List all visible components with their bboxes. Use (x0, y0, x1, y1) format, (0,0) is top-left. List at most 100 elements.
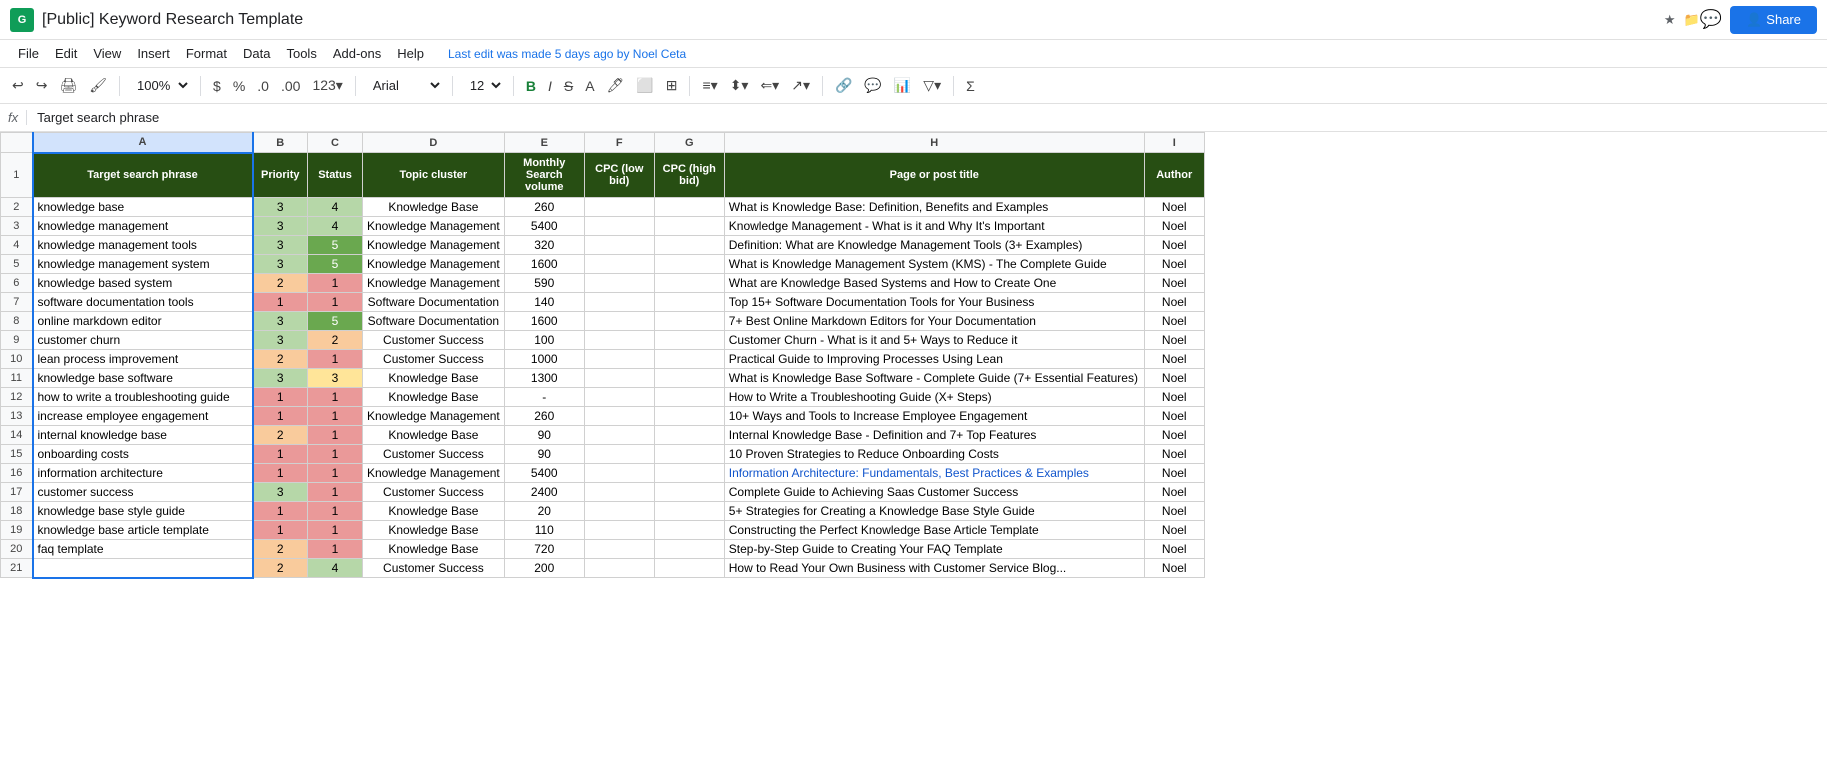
cell-D-12[interactable]: Knowledge Base (363, 388, 505, 407)
bold-button[interactable]: B (522, 76, 540, 96)
cell-F-6[interactable] (584, 274, 654, 293)
cell-H-12[interactable]: How to Write a Troubleshooting Guide (X+… (724, 388, 1144, 407)
cell-D-11[interactable]: Knowledge Base (363, 369, 505, 388)
hdr-H[interactable]: Page or post title (724, 153, 1144, 198)
cell-C-20[interactable]: 1 (308, 540, 363, 559)
cell-F-15[interactable] (584, 445, 654, 464)
cell-G-13[interactable] (654, 407, 724, 426)
cell-B-5[interactable]: 3 (253, 255, 308, 274)
cell-H-18[interactable]: 5+ Strategies for Creating a Knowledge B… (724, 502, 1144, 521)
cell-I-2[interactable]: Noel (1144, 198, 1204, 217)
cell-I-6[interactable]: Noel (1144, 274, 1204, 293)
cell-D-21[interactable]: Customer Success (363, 559, 505, 578)
cell-D-19[interactable]: Knowledge Base (363, 521, 505, 540)
cell-D-13[interactable]: Knowledge Management (363, 407, 505, 426)
cell-G-19[interactable] (654, 521, 724, 540)
cell-G-11[interactable] (654, 369, 724, 388)
cell-H-9[interactable]: Customer Churn - What is it and 5+ Ways … (724, 331, 1144, 350)
cell-D-7[interactable]: Software Documentation (363, 293, 505, 312)
cell-C-21[interactable]: 4 (308, 559, 363, 578)
text-color-button[interactable]: A (581, 76, 598, 96)
share-button[interactable]: 👤 Share (1730, 6, 1817, 34)
cell-F-10[interactable] (584, 350, 654, 369)
cell-D-3[interactable]: Knowledge Management (363, 217, 505, 236)
cell-H-20[interactable]: Step-by-Step Guide to Creating Your FAQ … (724, 540, 1144, 559)
cell-G-5[interactable] (654, 255, 724, 274)
cell-B-13[interactable]: 1 (253, 407, 308, 426)
filter-button[interactable]: ▽▾ (919, 75, 945, 96)
cell-G-2[interactable] (654, 198, 724, 217)
cell-G-6[interactable] (654, 274, 724, 293)
align-button[interactable]: ≡▾ (698, 75, 721, 96)
cell-G-10[interactable] (654, 350, 724, 369)
cell-D-17[interactable]: Customer Success (363, 483, 505, 502)
cell-I-11[interactable]: Noel (1144, 369, 1204, 388)
highlight-button[interactable]: 🖊 (603, 75, 629, 96)
cell-A-7[interactable]: software documentation tools (33, 293, 253, 312)
cell-B-6[interactable]: 2 (253, 274, 308, 293)
cell-E-13[interactable]: 260 (504, 407, 584, 426)
cell-C-11[interactable]: 3 (308, 369, 363, 388)
cell-G-4[interactable] (654, 236, 724, 255)
cell-D-4[interactable]: Knowledge Management (363, 236, 505, 255)
merge-button[interactable]: ⊞ (662, 75, 682, 96)
menu-addons[interactable]: Add-ons (325, 44, 389, 63)
cell-G-15[interactable] (654, 445, 724, 464)
cell-C-16[interactable]: 1 (308, 464, 363, 483)
cell-F-2[interactable] (584, 198, 654, 217)
cell-B-7[interactable]: 1 (253, 293, 308, 312)
decimal-decrease-button[interactable]: .0 (253, 76, 273, 96)
cell-H-21[interactable]: How to Read Your Own Business with Custo… (724, 559, 1144, 578)
zoom-select[interactable]: 100% (128, 75, 192, 96)
cell-A-5[interactable]: knowledge management system (33, 255, 253, 274)
menu-tools[interactable]: Tools (278, 44, 324, 63)
cell-C-7[interactable]: 1 (308, 293, 363, 312)
cell-G-18[interactable] (654, 502, 724, 521)
cell-I-18[interactable]: Noel (1144, 502, 1204, 521)
cell-B-4[interactable]: 3 (253, 236, 308, 255)
cell-G-7[interactable] (654, 293, 724, 312)
cell-F-21[interactable] (584, 559, 654, 578)
cell-A-6[interactable]: knowledge based system (33, 274, 253, 293)
spreadsheet-container[interactable]: A B C D E F G H I 1 Target search phrase… (0, 132, 1827, 766)
cell-G-16[interactable] (654, 464, 724, 483)
cell-G-17[interactable] (654, 483, 724, 502)
cell-A-4[interactable]: knowledge management tools (33, 236, 253, 255)
strikethrough-button[interactable]: S (560, 76, 577, 96)
cell-I-20[interactable]: Noel (1144, 540, 1204, 559)
cell-I-10[interactable]: Noel (1144, 350, 1204, 369)
cell-C-15[interactable]: 1 (308, 445, 363, 464)
cell-D-10[interactable]: Customer Success (363, 350, 505, 369)
cell-A-16[interactable]: information architecture (33, 464, 253, 483)
cell-D-15[interactable]: Customer Success (363, 445, 505, 464)
cell-H-3[interactable]: Knowledge Management - What is it and Wh… (724, 217, 1144, 236)
cell-I-3[interactable]: Noel (1144, 217, 1204, 236)
cell-E-6[interactable]: 590 (504, 274, 584, 293)
cell-H-5[interactable]: What is Knowledge Management System (KMS… (724, 255, 1144, 274)
cell-B-9[interactable]: 3 (253, 331, 308, 350)
cell-E-11[interactable]: 1300 (504, 369, 584, 388)
cell-H-15[interactable]: 10 Proven Strategies to Reduce Onboardin… (724, 445, 1144, 464)
cell-A-10[interactable]: lean process improvement (33, 350, 253, 369)
cell-H-11[interactable]: What is Knowledge Base Software - Comple… (724, 369, 1144, 388)
cell-H-7[interactable]: Top 15+ Software Documentation Tools for… (724, 293, 1144, 312)
cell-C-2[interactable]: 4 (308, 198, 363, 217)
col-header-G[interactable]: G (654, 133, 724, 153)
cell-I-8[interactable]: Noel (1144, 312, 1204, 331)
cell-B-14[interactable]: 2 (253, 426, 308, 445)
cell-D-5[interactable]: Knowledge Management (363, 255, 505, 274)
currency-button[interactable]: $ (209, 76, 225, 96)
cell-A-9[interactable]: customer churn (33, 331, 253, 350)
cell-H-10[interactable]: Practical Guide to Improving Processes U… (724, 350, 1144, 369)
col-header-F[interactable]: F (584, 133, 654, 153)
cell-G-8[interactable] (654, 312, 724, 331)
col-header-E[interactable]: E (504, 133, 584, 153)
hdr-F[interactable]: CPC (lowbid) (584, 153, 654, 198)
cell-I-13[interactable]: Noel (1144, 407, 1204, 426)
cell-C-8[interactable]: 5 (308, 312, 363, 331)
title-folder-icon[interactable]: 📁 (1684, 12, 1700, 28)
menu-insert[interactable]: Insert (129, 44, 178, 63)
cell-D-6[interactable]: Knowledge Management (363, 274, 505, 293)
col-header-D[interactable]: D (363, 133, 505, 153)
percent-button[interactable]: % (229, 76, 249, 96)
